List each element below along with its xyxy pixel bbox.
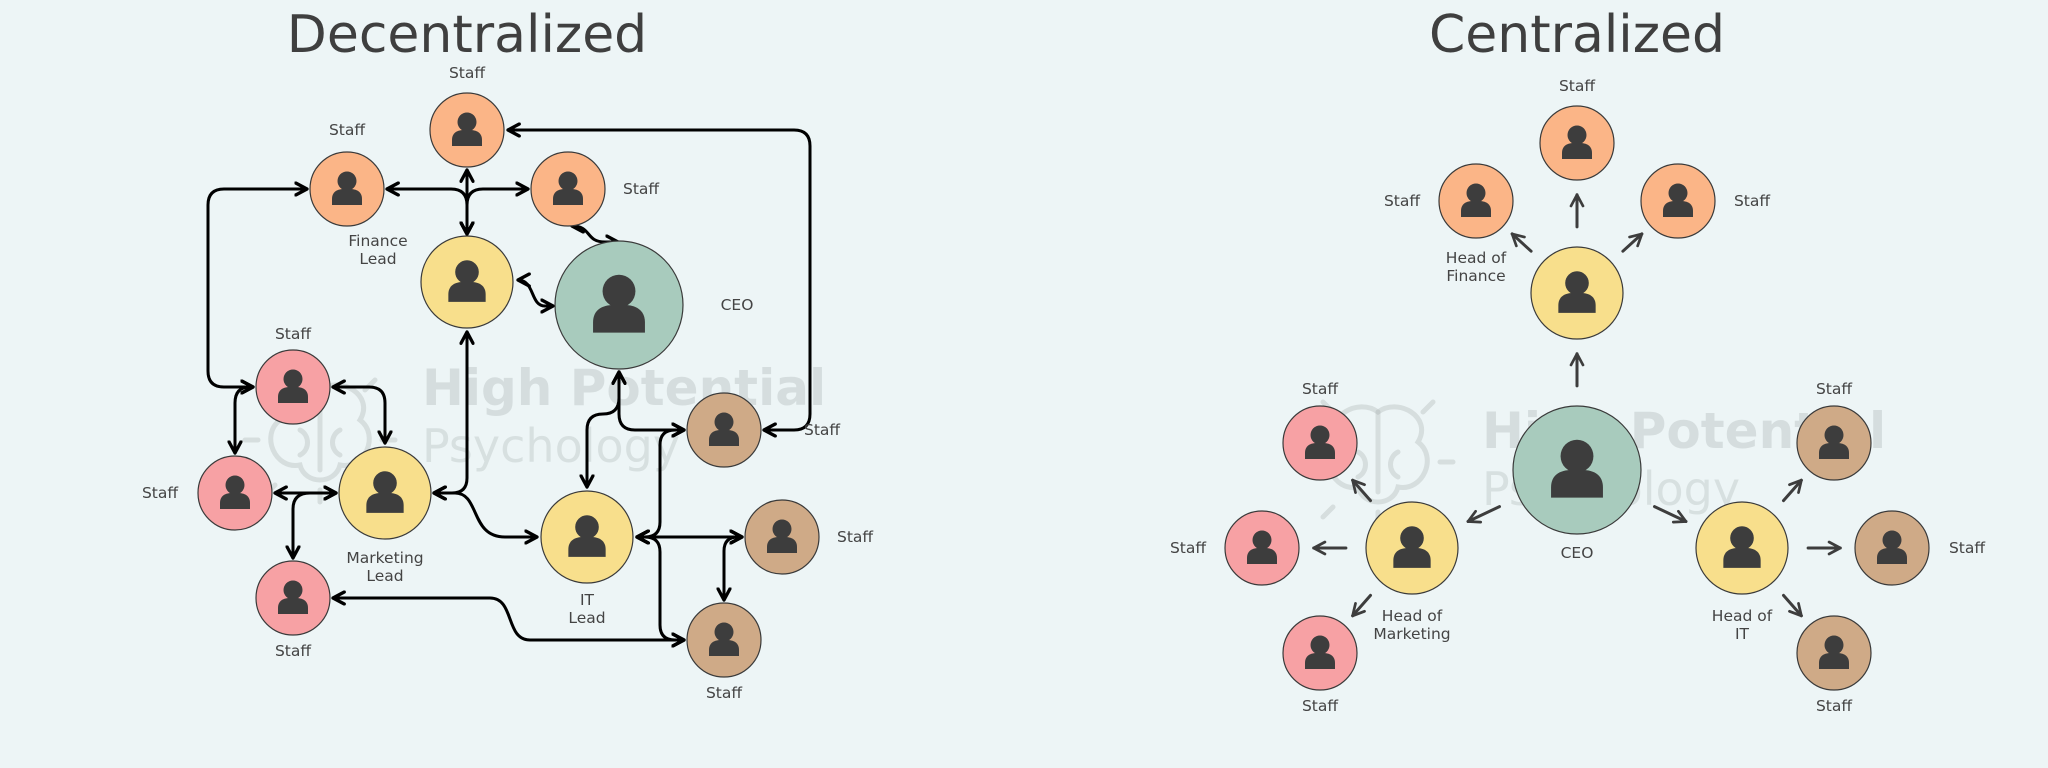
node-label: Staff — [1816, 697, 1852, 715]
node-d-it-staff-bottom — [686, 602, 762, 678]
watermark-line2: Psychology — [422, 419, 680, 473]
node-c-mkt-head — [1365, 501, 1459, 595]
node-d-it-lead — [540, 490, 634, 584]
node-label: Staff — [275, 642, 311, 660]
node-label: Staff — [804, 421, 840, 439]
node-label: Staff — [1559, 77, 1595, 95]
node-label: Staff — [1734, 192, 1770, 210]
connection-c-it-head-c-it-staff-bottom — [1782, 593, 1803, 618]
connection-d-fin-lead-d-ceo — [518, 280, 553, 306]
node-label: Staff — [1949, 539, 1985, 557]
node-d-fin-staff-left — [309, 151, 385, 227]
node-c-it-head — [1695, 501, 1789, 595]
node-label: Staff — [837, 528, 873, 546]
node-c-mkt-staff-top — [1282, 405, 1358, 481]
connection-c-fin-head-c-fin-staff-right — [1621, 232, 1644, 253]
node-c-fin-staff-right — [1640, 163, 1716, 239]
node-d-mkt-lead — [338, 446, 432, 540]
node-label: Staff — [1170, 539, 1206, 557]
connection-d-mkt-lead-d-it-lead — [434, 493, 537, 537]
node-d-fin-staff-top — [429, 92, 505, 168]
node-label: IT Lead — [568, 591, 605, 627]
node-label: Finance Lead — [348, 232, 407, 268]
node-label: Staff — [1302, 697, 1338, 715]
connection-d-fin-staff-right-d-ceo — [572, 226, 618, 242]
connection-d-it-lead-d-it-staff-bottom — [637, 537, 684, 640]
node-label: Staff — [275, 325, 311, 343]
org-structure-diagram: High Potential Psychology High Potential… — [0, 0, 2048, 768]
node-c-fin-staff-top — [1539, 105, 1615, 181]
node-d-fin-staff-right — [530, 151, 606, 227]
labels-layer: CEO Finance Lead Marketing Lead IT Lead Staff St… — [142, 64, 1985, 715]
connection-c-fin-head-c-fin-staff-left — [1510, 232, 1533, 253]
node-label: Staff — [1302, 380, 1338, 398]
centralized-title: Centralized — [1429, 5, 1725, 65]
node-d-it-staff-top — [686, 392, 762, 468]
node-c-fin-staff-left — [1438, 163, 1514, 239]
node-d-fin-lead — [420, 235, 514, 329]
connection-d-mkt-lead-d-mkt-staff-bottom — [293, 493, 336, 558]
diagram-canvas: High Potential Psychology High Potential… — [142, 5, 1985, 715]
node-label: Staff — [449, 64, 485, 82]
node-c-it-staff-top — [1796, 405, 1872, 481]
node-label: Head of Finance — [1446, 249, 1507, 285]
node-c-it-staff-bottom — [1796, 615, 1872, 691]
node-label: Staff — [1384, 192, 1420, 210]
node-label: Staff — [142, 484, 178, 502]
connection-d-mkt-staff-top-d-mkt-staff-left — [235, 387, 253, 453]
node-c-fin-head — [1530, 246, 1624, 340]
node-label: CEO — [1561, 544, 1594, 562]
connection-c-it-head-c-it-staff-top — [1782, 478, 1803, 503]
node-c-mkt-staff-bottom — [1282, 615, 1358, 691]
node-d-it-staff-right — [744, 499, 820, 575]
connection-d-fin-lead-d-fin-staff-left — [387, 189, 467, 234]
node-d-mkt-staff-left — [197, 455, 273, 531]
connection-d-it-staff-right-d-it-staff-bottom — [724, 537, 742, 600]
node-label: Head of Marketing — [1373, 607, 1450, 643]
node-label: Staff — [1816, 380, 1852, 398]
node-label: Staff — [329, 121, 365, 139]
node-d-ceo — [554, 240, 684, 370]
node-label: Staff — [623, 180, 659, 198]
connection-c-mkt-head-c-mkt-staff-bottom — [1351, 593, 1372, 618]
node-d-mkt-staff-bottom — [255, 560, 331, 636]
decentralized-title: Decentralized — [287, 5, 647, 65]
connection-d-fin-lead-d-fin-staff-right — [467, 189, 528, 234]
node-c-mkt-staff-left — [1224, 510, 1300, 586]
connection-d-mkt-staff-bottom-d-it-staff-bottom — [333, 598, 684, 640]
node-d-mkt-staff-top — [255, 349, 331, 425]
node-c-ceo — [1512, 405, 1642, 535]
node-label: Head of IT — [1712, 607, 1773, 643]
node-label: Staff — [706, 684, 742, 702]
node-c-it-staff-right — [1854, 510, 1930, 586]
node-label: Marketing Lead — [346, 549, 423, 585]
node-label: CEO — [721, 296, 754, 314]
